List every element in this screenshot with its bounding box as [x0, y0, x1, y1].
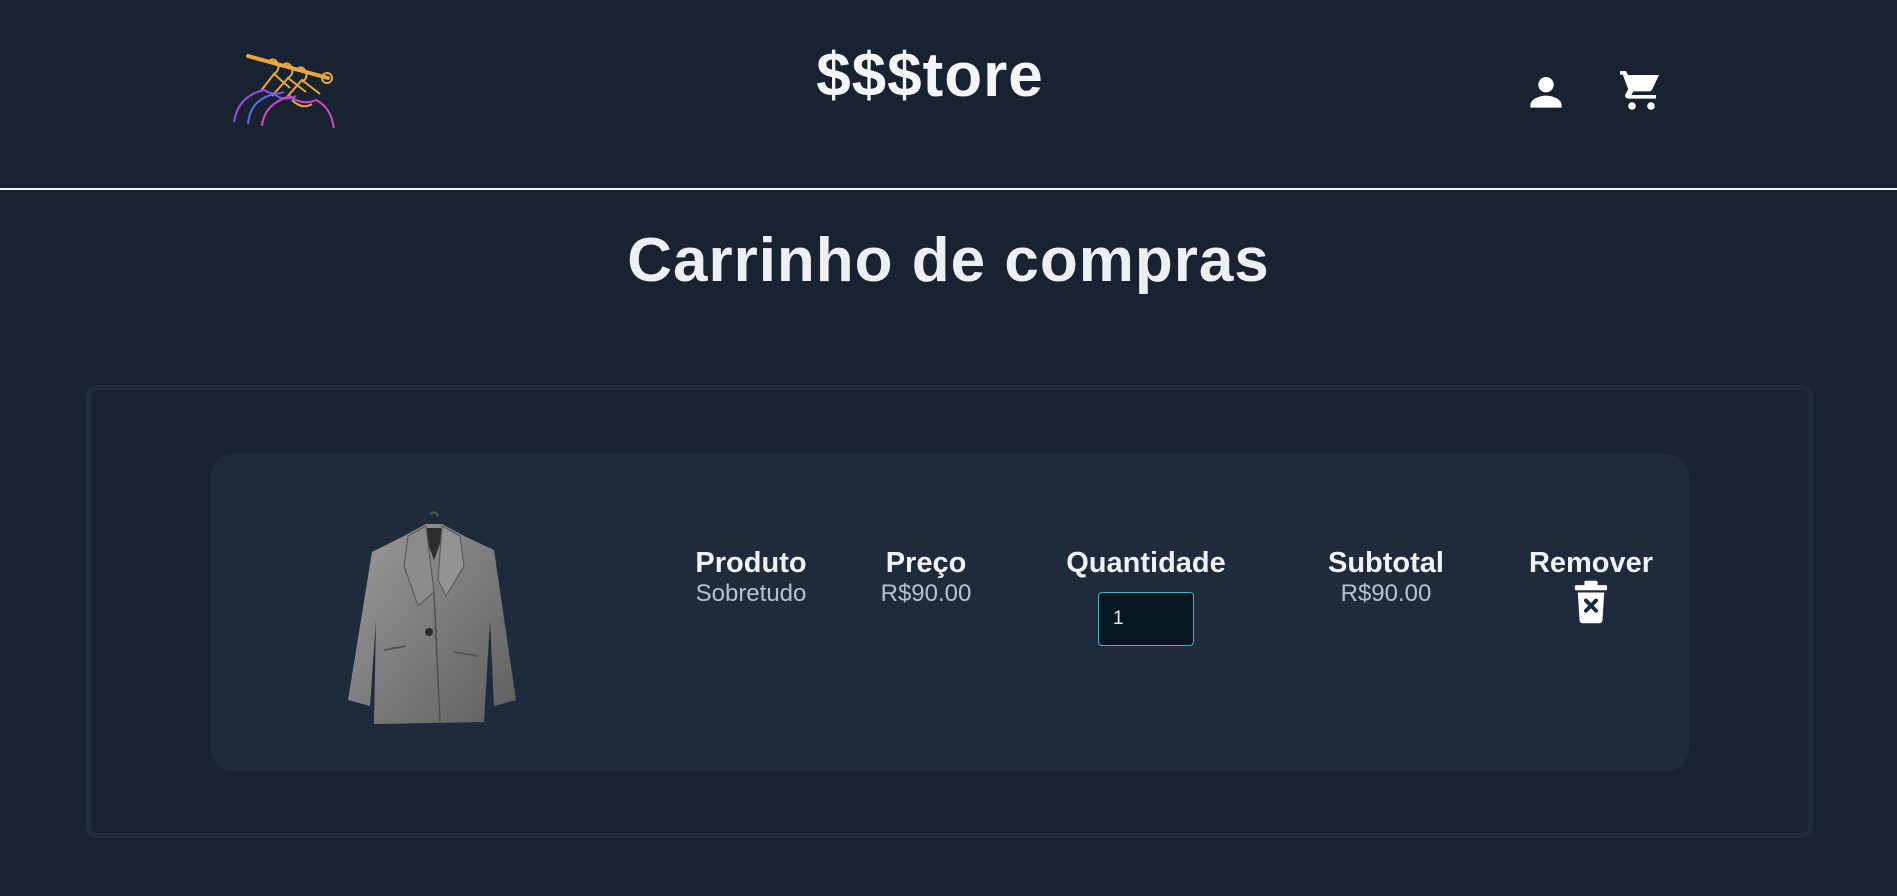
product-column: Produto Sobretudo — [671, 546, 831, 608]
trash-x-icon[interactable] — [1573, 580, 1609, 624]
brand-title[interactable]: $$$tore — [0, 40, 1860, 111]
remove-header: Remover — [1528, 547, 1654, 579]
quantity-column: Quantidade — [1031, 546, 1261, 646]
cart-item: Produto Sobretudo Preço R$90.00 Quantida… — [211, 454, 1689, 771]
quantity-input[interactable] — [1098, 592, 1194, 646]
subtotal-header: Subtotal — [1328, 547, 1444, 579]
price-value: R$90.00 — [880, 580, 972, 607]
gray-overcoat-image — [348, 511, 516, 724]
site-header: $$$tore — [0, 0, 1897, 190]
quantity-header: Quantidade — [1066, 547, 1226, 579]
shopping-cart-icon[interactable] — [1617, 66, 1665, 114]
subtotal-column: Subtotal R$90.00 — [1281, 546, 1491, 608]
price-column: Preço R$90.00 — [851, 546, 1001, 608]
remove-column: Remover — [1501, 546, 1681, 624]
subtotal-value: R$90.00 — [1340, 580, 1432, 607]
product-header: Produto — [695, 547, 807, 579]
price-header: Preço — [885, 547, 967, 579]
user-icon[interactable] — [1524, 70, 1568, 114]
product-name: Sobretudo — [695, 580, 807, 607]
page-title: Carrinho de compras — [627, 226, 1270, 295]
